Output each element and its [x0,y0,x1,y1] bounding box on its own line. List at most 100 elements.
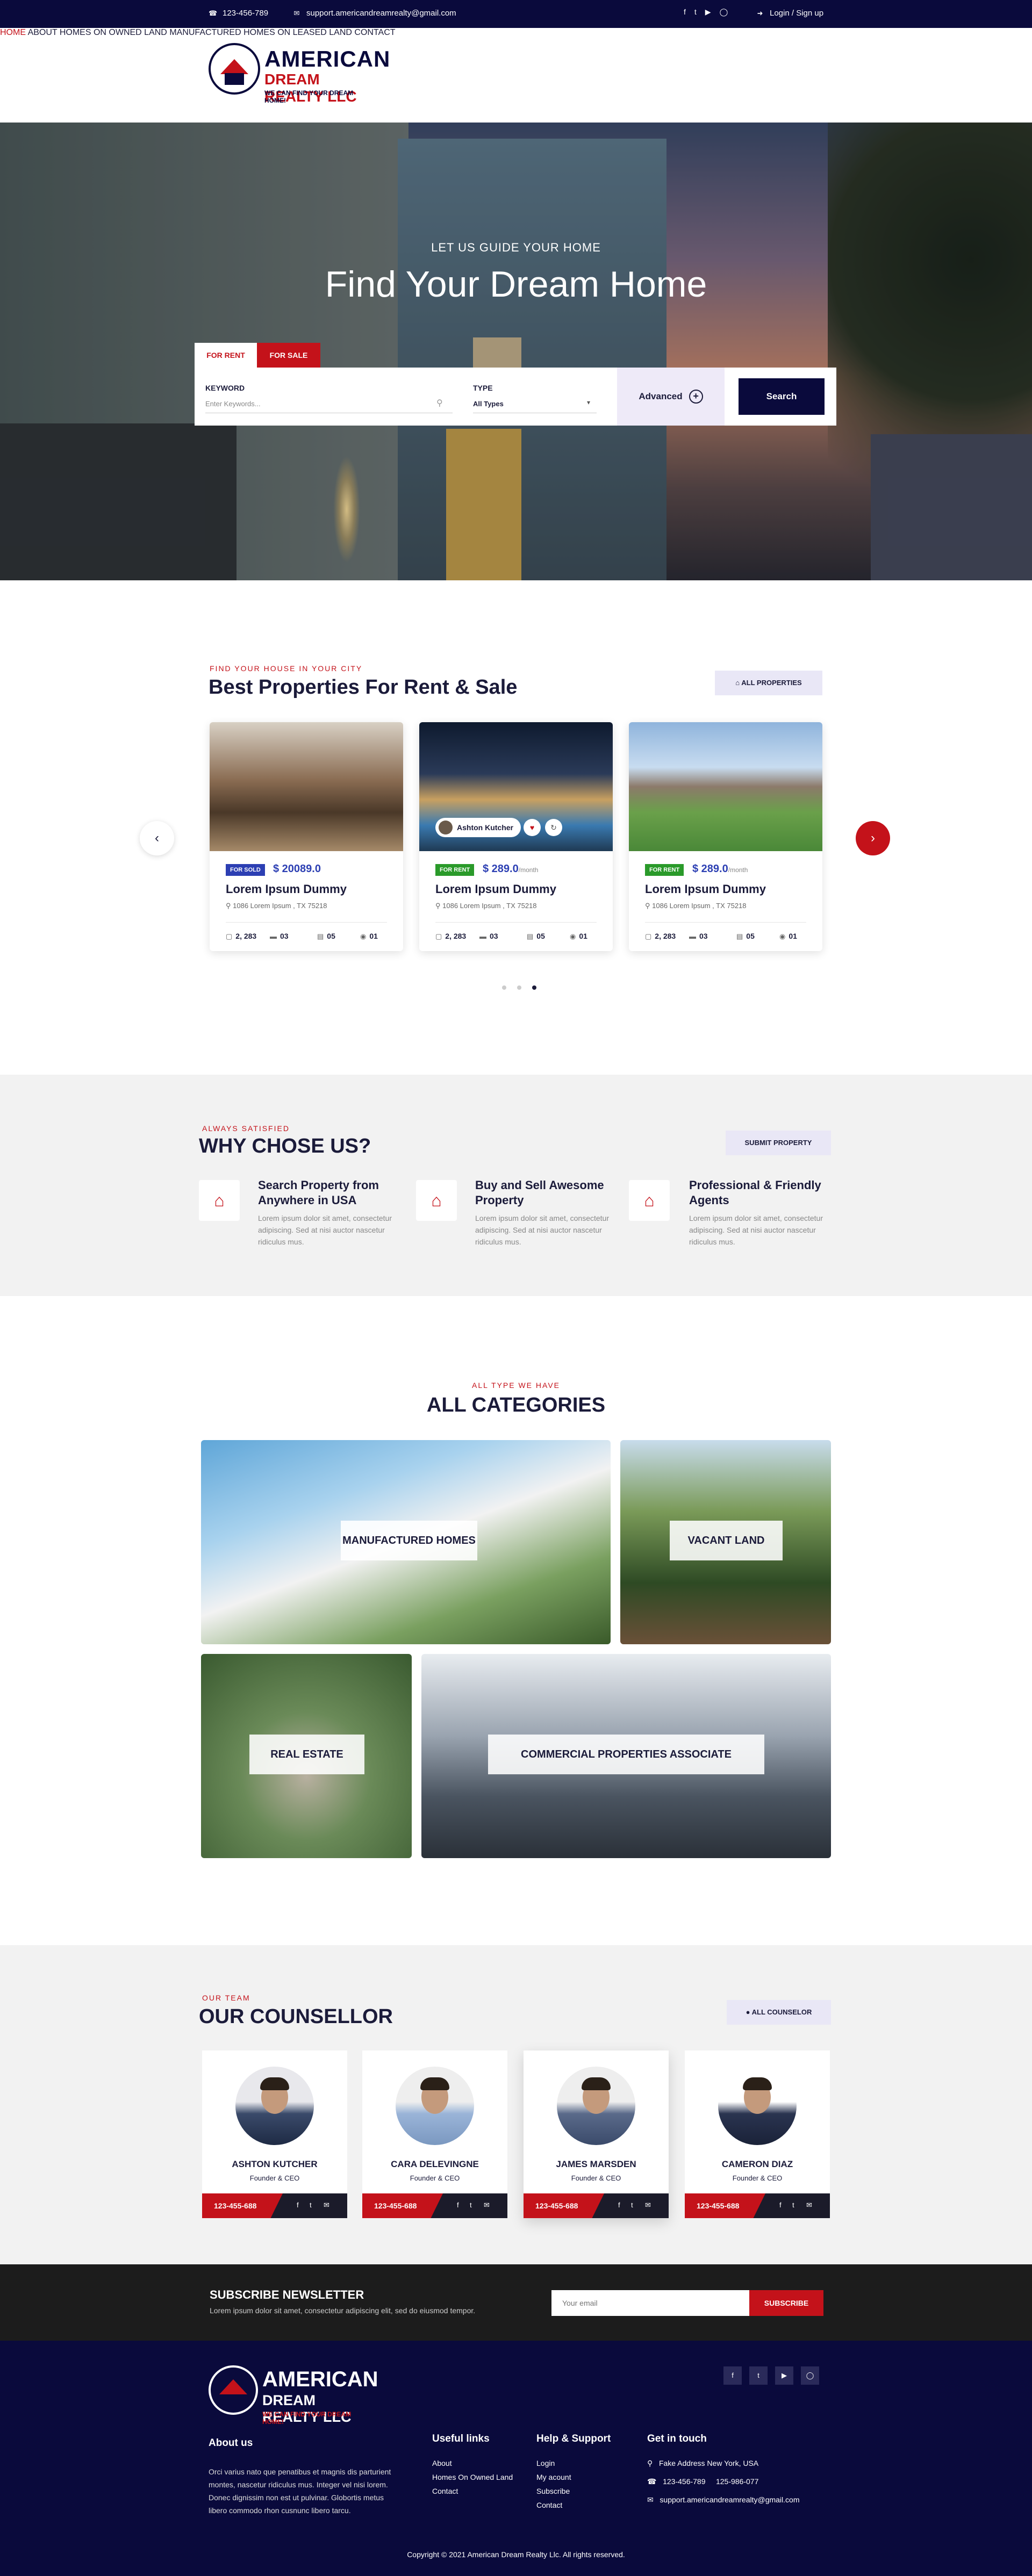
counsellor-phone[interactable]: 123-455-688 [524,2193,604,2218]
topbar-email-text: support.americandreamrealty@gmail.com [306,9,456,18]
footer-link[interactable]: Contact [536,2501,562,2509]
mail-icon[interactable]: ✉ [484,2201,490,2210]
counsellor-phone[interactable]: 123-455-688 [685,2193,765,2218]
category-real-estate[interactable]: REAL ESTATE [201,1654,412,1858]
footer-touch-title: Get in touch [647,2433,707,2444]
nav-homes-owned-land[interactable]: HOMES ON OWNED LAND [60,28,167,37]
submit-property-button[interactable]: SUBMIT PROPERTY [726,1131,831,1155]
price-value: $ 289.0 [692,863,728,875]
footer-email[interactable]: ✉ support.americandreamrealty@gmail.com [647,2495,800,2505]
address-text: 1086 Lorem Ipsum , TX 75218 [442,902,537,910]
carousel-dot[interactable] [517,985,521,990]
footer-link[interactable]: My acount [536,2473,571,2481]
stat-baths: ▤ 05 [527,932,545,941]
hero-subtitle: LET US GUIDE YOUR HOME [431,241,601,254]
mail-icon[interactable]: ✉ [806,2201,812,2210]
mail-icon[interactable]: ✉ [645,2201,651,2210]
carousel-next-button[interactable]: › [856,821,890,855]
house-search-icon: ⌂ [199,1180,240,1221]
property-title: Lorem Ipsum Dummy [435,882,556,896]
subscribe-button[interactable]: SUBSCRIBE [749,2290,823,2316]
property-card[interactable]: FOR RENT $ 289.0/month Lorem Ipsum Dummy… [629,722,822,951]
site-header: AMERICAN DREAM REALTY LLC WE CAN FIND YO… [0,28,1032,123]
footer-link[interactable]: About [432,2459,452,2467]
twitter-icon[interactable]: t [694,8,697,17]
keyword-input[interactable]: Enter Keywords... [205,400,261,408]
facebook-icon[interactable]: f [684,8,686,17]
instagram-icon[interactable]: ◯ [720,8,728,17]
nav-about[interactable]: ABOUT [28,28,58,37]
footer-address-text: Fake Address New York, USA [658,2459,759,2467]
tab-for-rent[interactable]: FOR RENT [195,343,257,368]
footer-useful-title: Useful links [432,2433,490,2444]
facebook-icon[interactable]: f [618,2201,620,2209]
footer-logo[interactable]: AMERICAN DREAM REALTY LLC WE CAN FIND YO… [209,2365,378,2426]
advanced-button[interactable]: Advanced + [617,368,725,426]
newsletter-email-input[interactable] [551,2290,749,2316]
counsellor-phone[interactable]: 123-455-688 [202,2193,283,2218]
agent-chip[interactable]: Ashton Kutcher [435,818,521,837]
footer-link[interactable]: Homes On Owned Land [432,2473,513,2481]
youtube-icon[interactable]: ▶ [775,2366,793,2385]
category-manufactured-homes[interactable]: MANUFACTURED HOMES [201,1440,611,1644]
property-address: ⚲ 1086 Lorem Ipsum , TX 75218 [435,902,537,910]
facebook-icon[interactable]: f [723,2366,742,2385]
feature-title: Search Property from Anywhere in USA [258,1178,379,1207]
twitter-icon[interactable]: t [470,2201,472,2209]
baths-value: 05 [746,932,755,940]
counsellor-contact-bar: 123-455-688 f t ✉ [524,2193,669,2218]
beds-value: 03 [280,932,289,940]
category-vacant-land[interactable]: VACANT LAND [620,1440,831,1644]
mail-icon[interactable]: ✉ [324,2201,329,2210]
counsellor-card[interactable]: JAMES MARSDEN Founder & CEO 123-455-688 … [524,2050,669,2218]
counsellor-card[interactable]: CAMERON DIAZ Founder & CEO 123-455-688 f… [685,2050,830,2218]
location-pin-icon: ⚲ [645,902,653,910]
youtube-icon[interactable]: ▶ [705,8,711,17]
instagram-icon[interactable]: ◯ [801,2366,819,2385]
facebook-icon[interactable]: f [297,2201,299,2209]
nav-manufactured-homes[interactable]: MANUFACTURED HOMES ON LEASED LAND [169,28,352,37]
footer-link[interactable]: Login [536,2459,555,2467]
compare-icon[interactable]: ↻ [545,819,562,836]
nav-contact[interactable]: CONTACT [354,28,395,37]
footer-link[interactable]: Subscribe [536,2487,570,2495]
twitter-icon[interactable]: t [749,2366,768,2385]
garage-value: 01 [789,932,797,940]
twitter-icon[interactable]: t [792,2201,794,2209]
all-properties-button[interactable]: ⌂ ALL PROPERTIES [715,671,822,695]
counsellor-card[interactable]: ASHTON KUTCHER Founder & CEO 123-455-688… [202,2050,347,2218]
facebook-icon[interactable]: f [779,2201,782,2209]
carousel-dot-active[interactable] [532,985,536,990]
divider [645,922,806,923]
tab-for-sale[interactable]: FOR SALE [257,343,320,368]
house-exchange-icon: ⌂ [416,1180,457,1221]
category-commercial[interactable]: COMMERCIAL PROPERTIES ASSOCIATE [421,1654,831,1858]
counsellor-phone[interactable]: 123-455-688 [362,2193,443,2218]
main-nav: HOME ABOUT HOMES ON OWNED LAND MANUFACTU… [0,28,1032,38]
bath-icon: ▤ [317,932,324,940]
footer-link[interactable]: Contact [432,2487,458,2495]
counsellor-card[interactable]: CARA DELEVINGNE Founder & CEO 123-455-68… [362,2050,507,2218]
phone-icon: ☎ [209,9,218,17]
twitter-icon[interactable]: t [310,2201,312,2209]
stat-beds: ▬ 03 [479,932,498,940]
beds-value: 03 [699,932,708,940]
all-counselor-button[interactable]: ● ALL COUNSELOR [727,2000,831,2025]
property-card[interactable]: Ashton Kutcher ♥ ↻ FOR RENT $ 289.0/mont… [419,722,613,951]
twitter-icon[interactable]: t [631,2201,633,2209]
login-link[interactable]: ➜ Login / Sign up [756,9,824,18]
facebook-icon[interactable]: f [457,2201,459,2209]
type-select[interactable]: All Types [473,400,504,408]
topbar-email[interactable]: ✉ support.americandreamrealty@gmail.com [292,9,456,18]
site-logo[interactable]: AMERICAN DREAM REALTY LLC WE CAN FIND YO… [209,43,390,105]
categories-eyebrow: ALL TYPE WE HAVE [471,1381,560,1390]
nav-home[interactable]: HOME [0,28,26,37]
counsellor-name: ASHTON KUTCHER [232,2159,318,2169]
why-section: ALWAYS SATISFIED WHY CHOSE US? SUBMIT PR… [0,1075,1032,1296]
search-button[interactable]: Search [739,378,825,415]
carousel-dot[interactable] [502,985,506,990]
property-card[interactable]: FOR SOLD $ 20089.0 Lorem Ipsum Dummy ⚲ 1… [210,722,403,951]
carousel-prev-button[interactable]: ‹ [140,821,174,855]
heart-icon[interactable]: ♥ [524,819,541,836]
topbar-phone[interactable]: ☎ 123-456-789 [209,9,268,18]
